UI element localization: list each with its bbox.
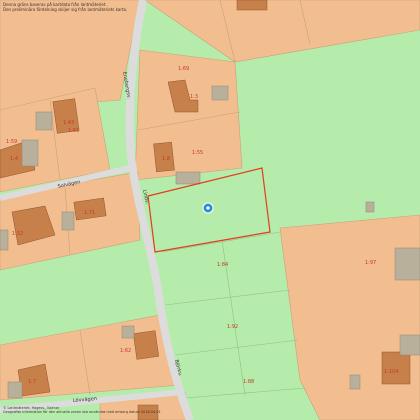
parcel-label: 1:43	[63, 120, 74, 126]
location-pin-icon[interactable]	[202, 202, 214, 214]
outbuilding	[0, 229, 9, 251]
parcel-label: 1:71	[84, 210, 95, 216]
outbuilding	[7, 381, 23, 399]
outbuilding	[349, 374, 361, 390]
header-line: Den preliminära fördelning skiljer sig f…	[3, 7, 128, 12]
parcel-label: 1:55	[192, 150, 203, 156]
parcel-label: 1:61	[68, 128, 79, 134]
building	[381, 351, 411, 385]
map-header-notice: Denna gräns baseras på kartdata från lan…	[3, 2, 127, 12]
outbuilding	[175, 171, 201, 185]
outbuilding	[399, 334, 420, 356]
parcel-label: 1:7	[28, 379, 36, 385]
map-canvas[interactable]: Enebergsv. Solvägen Lindv. Lövvägen Björ…	[0, 0, 420, 420]
building	[236, 0, 268, 11]
outbuilding	[121, 325, 135, 339]
parcel-label: 1:3	[190, 94, 198, 100]
outbuilding	[365, 201, 375, 213]
parcel-label: 1:69	[178, 66, 189, 72]
parcel-label: 1:97	[365, 260, 376, 266]
footer-line: Geografisk information för den aktuella …	[3, 410, 161, 414]
parcel-label: 1:52	[12, 231, 23, 237]
parcel-label: 1:62	[120, 348, 131, 354]
map-footer-attribution: © Lantmäteriet, Hagesv., Kalmar Geografi…	[3, 406, 161, 414]
parcel-label: 1:59	[6, 139, 17, 145]
parcel-label: 1:104	[384, 369, 398, 375]
parcel-label: 1:8	[162, 156, 170, 162]
parcel-label: 1:88	[243, 379, 254, 385]
building	[73, 197, 107, 221]
outbuilding	[21, 139, 39, 167]
outbuilding	[61, 211, 75, 231]
parcel-label: 1:4	[10, 156, 18, 162]
parcel-label: 1:92	[227, 324, 238, 330]
outbuilding	[211, 85, 229, 101]
building	[133, 330, 159, 360]
outbuilding	[35, 111, 53, 131]
map-layer: Enebergsv. Solvägen Lindv. Lövvägen Björ…	[0, 0, 420, 420]
parcel-label: 1:84	[217, 262, 228, 268]
outbuilding	[394, 247, 420, 281]
